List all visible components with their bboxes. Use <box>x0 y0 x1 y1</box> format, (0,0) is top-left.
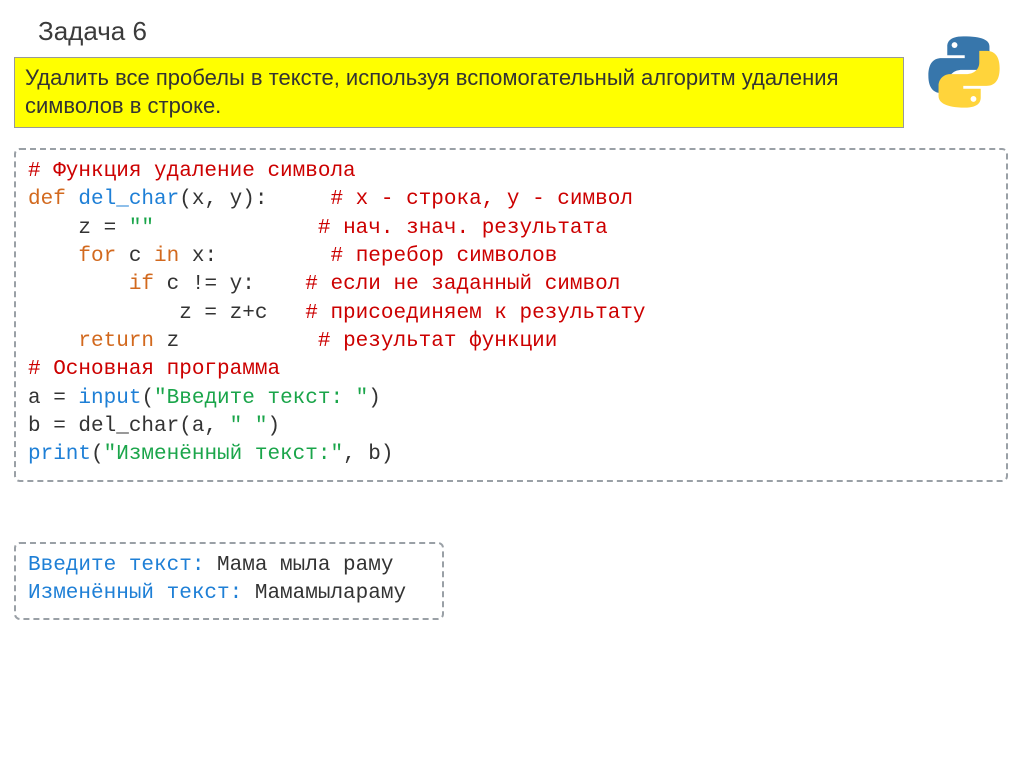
code-block: # Функция удаление символа def del_char(… <box>14 148 1008 482</box>
function-name: del_char <box>66 188 179 211</box>
builtin-print: print <box>28 443 91 466</box>
keyword-in: in <box>154 245 179 268</box>
keyword-for: for <box>28 245 116 268</box>
task-title: Задача 6 <box>14 12 912 57</box>
task-description: Удалить все пробелы в тексте, используя … <box>14 57 904 128</box>
output-value: Мамамылараму <box>255 582 406 605</box>
output-prompt: Введите текст: <box>28 554 217 577</box>
output-line: Изменённый текст: Мамамылараму <box>28 580 430 608</box>
output-block: Введите текст: Мама мыла раму Изменённый… <box>14 542 444 621</box>
python-logo-icon <box>924 32 1004 117</box>
keyword-def: def <box>28 188 66 211</box>
title-area: Задача 6 Удалить все пробелы в тексте, и… <box>14 12 912 140</box>
keyword-return: return <box>28 330 154 353</box>
builtin-input: input <box>78 387 141 410</box>
code-line: # Функция удаление символа <box>28 160 356 183</box>
output-prompt: Изменённый текст: <box>28 582 255 605</box>
code-line: # Основная программа <box>28 358 280 381</box>
output-line: Введите текст: Мама мыла раму <box>28 552 430 580</box>
header-row: Задача 6 Удалить все пробелы в тексте, и… <box>0 0 1024 140</box>
keyword-if: if <box>28 273 154 296</box>
output-value: Мама мыла раму <box>217 554 393 577</box>
